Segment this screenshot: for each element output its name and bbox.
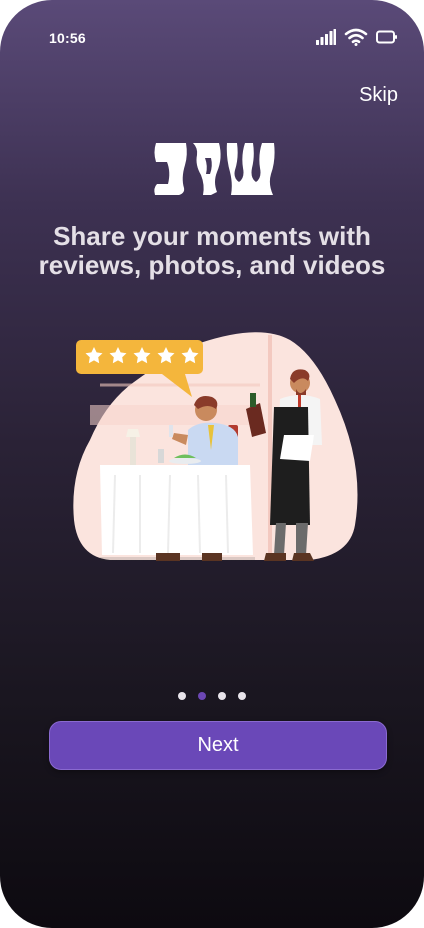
headline-line-2: reviews, photos, and videos [38,250,386,280]
onboarding-headline: Share your moments with reviews, photos,… [0,222,424,280]
onboarding-screen: 10:56 Skip Share your moments with revie… [0,0,424,928]
page-dot-3[interactable] [218,692,226,700]
page-dot-4[interactable] [238,692,246,700]
status-time: 10:56 [49,30,86,46]
page-indicator [0,692,424,700]
headline-line-1: Share your moments with [53,221,371,251]
skip-button[interactable]: Skip [359,84,398,107]
wifi-icon [344,28,368,46]
battery-icon [376,30,397,44]
page-dot-2-active[interactable] [198,692,206,700]
status-bar: 10:56 [0,28,424,52]
restaurant-review-illustration [73,332,358,561]
status-icons [316,28,398,46]
page-dot-1[interactable] [178,692,186,700]
next-button[interactable]: Next [49,721,387,770]
brand-logo [154,143,275,195]
signal-icon [316,29,336,45]
